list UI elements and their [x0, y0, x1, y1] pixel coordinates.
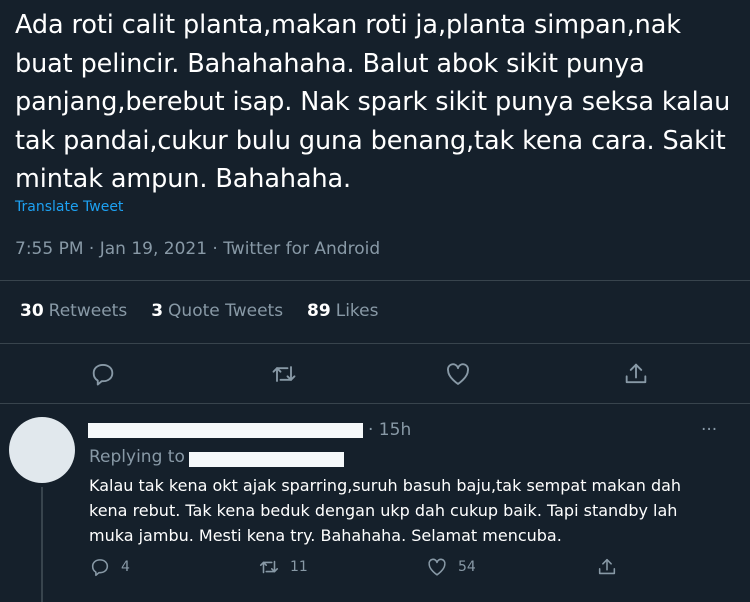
- tweet-timestamp-source[interactable]: 7:55 PM · Jan 19, 2021 · Twitter for And…: [15, 239, 380, 259]
- translate-tweet-link[interactable]: Translate Tweet: [15, 199, 123, 215]
- divider: [0, 403, 750, 404]
- reply-icon[interactable]: [89, 360, 117, 388]
- redacted-mention: [189, 452, 344, 467]
- tweet-detail-view: Ada roti calit planta,makan roti ja,plan…: [0, 0, 750, 602]
- share-icon: [598, 558, 616, 575]
- reply-text: Kalau tak kena okt ajak sparring,suruh b…: [89, 476, 682, 545]
- retweet-icon[interactable]: [270, 360, 298, 388]
- more-options-icon[interactable]: ···: [701, 420, 717, 440]
- quotes-label: Quote Tweets: [168, 301, 284, 321]
- retweets-label: Retweets: [48, 301, 128, 321]
- likes-count: 89: [307, 301, 331, 321]
- reply-like-action[interactable]: 54: [426, 556, 476, 578]
- share-icon[interactable]: [622, 360, 650, 388]
- tweet-text: Ada roti calit planta,makan roti ja,plan…: [15, 10, 731, 194]
- likes-label: Likes: [335, 301, 379, 321]
- like-count: 54: [458, 559, 476, 575]
- reply-icon: [91, 559, 109, 577]
- divider: [0, 343, 750, 344]
- tweet-action-bar: [0, 360, 750, 390]
- quote-tweets-stat[interactable]: 3 Quote Tweets: [151, 301, 283, 321]
- redacted-username: [88, 423, 363, 438]
- reply-timestamp[interactable]: · 15h: [368, 420, 411, 440]
- reply-count: 4: [121, 559, 130, 575]
- replying-to-label: Replying to: [89, 447, 185, 467]
- like-icon: [428, 558, 446, 576]
- reply-reply-action[interactable]: 4: [89, 556, 130, 578]
- avatar[interactable]: [9, 417, 75, 483]
- reply-share-action[interactable]: [596, 556, 628, 578]
- divider: [0, 280, 750, 281]
- retweets-count: 30: [20, 301, 44, 321]
- tweet-stats: 30 Retweets 3 Quote Tweets 89 Likes: [20, 301, 402, 321]
- reply-retweet-action[interactable]: 11: [258, 556, 308, 578]
- thread-line: [41, 487, 43, 602]
- retweet-icon: [259, 560, 279, 574]
- likes-stat[interactable]: 89 Likes: [307, 301, 378, 321]
- quotes-count: 3: [151, 301, 164, 321]
- retweet-count: 11: [290, 559, 308, 575]
- like-icon[interactable]: [444, 360, 472, 388]
- retweets-stat[interactable]: 30 Retweets: [20, 301, 127, 321]
